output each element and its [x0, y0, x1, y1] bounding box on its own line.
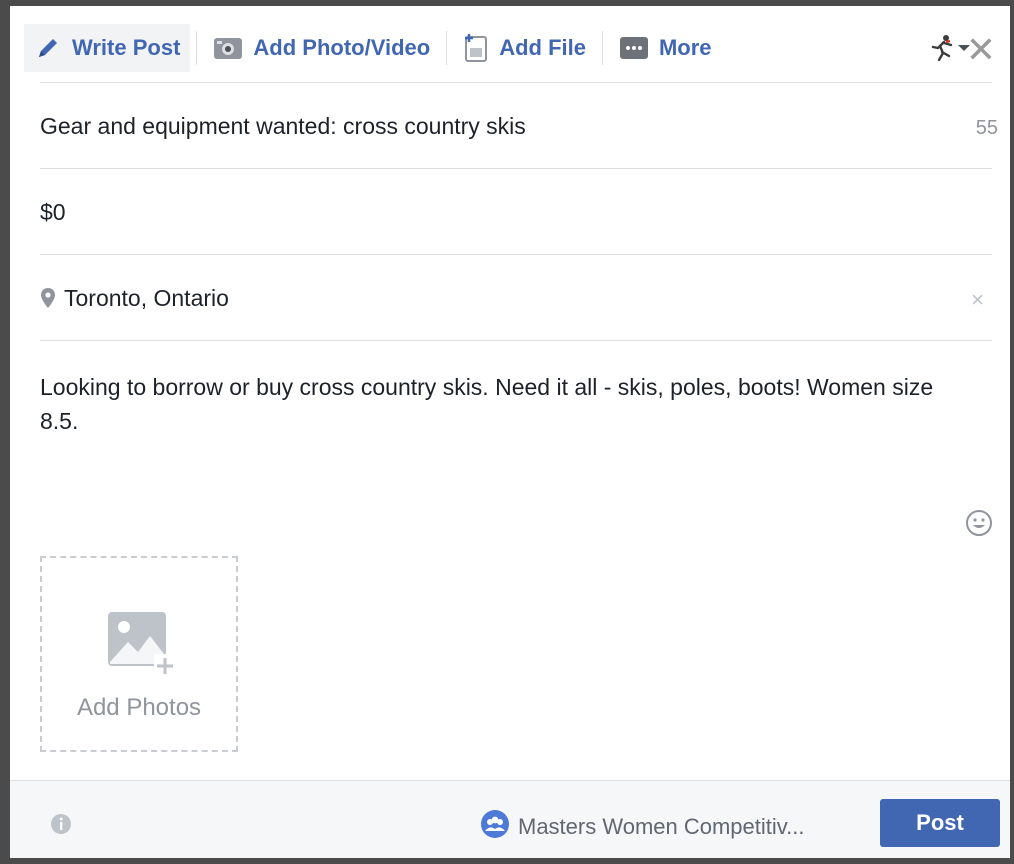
- tab-divider: [601, 31, 603, 65]
- title-input-value[interactable]: Gear and equipment wanted: cross country…: [40, 113, 526, 140]
- price-input-value[interactable]: $0: [40, 199, 66, 226]
- description-divider: [40, 340, 992, 341]
- tab-label: Add Photo/Video: [253, 35, 431, 60]
- description-textarea[interactable]: Looking to borrow or buy cross country s…: [40, 370, 940, 438]
- post-button[interactable]: Post: [880, 799, 1000, 847]
- tab-label: More: [658, 35, 712, 60]
- runner-icon[interactable]: [926, 33, 956, 68]
- price-field[interactable]: $0: [40, 168, 992, 255]
- close-icon[interactable]: ✕: [966, 32, 996, 68]
- tab-add-file[interactable]: Add File: [453, 24, 596, 72]
- header-actions: ✕: [926, 32, 996, 68]
- composer-dialog: Write Post Add Photo/Video Add File More…: [0, 0, 1014, 864]
- tab-divider: [446, 31, 448, 65]
- title-field[interactable]: Gear and equipment wanted: cross country…: [40, 82, 998, 169]
- pencil-icon: [34, 34, 62, 62]
- add-photos-label: Add Photos: [76, 694, 202, 721]
- more-icon: [619, 35, 649, 61]
- info-icon[interactable]: [50, 813, 72, 840]
- group-icon: [480, 809, 510, 845]
- composer-footer: Masters Women Competitiv... Post: [10, 780, 1010, 858]
- tab-add-photo-video[interactable]: Add Photo/Video: [203, 24, 440, 72]
- tab-write-post[interactable]: Write Post: [24, 24, 191, 72]
- tab-label: Write Post: [72, 35, 181, 60]
- location-pin-icon: [40, 287, 56, 314]
- camera-icon: [213, 35, 243, 61]
- clear-location-icon[interactable]: ×: [971, 287, 984, 313]
- file-icon: [463, 33, 489, 63]
- emoji-icon[interactable]: [964, 508, 994, 543]
- tab-label: Add File: [499, 35, 586, 60]
- composer-tabs: Write Post Add Photo/Video Add File More: [24, 18, 1010, 78]
- group-name: Masters Women Competitiv...: [518, 814, 805, 839]
- add-photo-icon: [106, 610, 176, 681]
- tab-more[interactable]: More: [609, 24, 722, 72]
- tab-divider: [196, 31, 198, 65]
- audience-selector[interactable]: Masters Women Competitiv...: [480, 809, 804, 845]
- add-photos-button[interactable]: Add Photos: [40, 556, 238, 752]
- location-input-value[interactable]: Toronto, Ontario: [64, 285, 229, 312]
- char-counter: 55: [975, 117, 998, 139]
- location-field[interactable]: Toronto, Ontario ×: [40, 254, 992, 341]
